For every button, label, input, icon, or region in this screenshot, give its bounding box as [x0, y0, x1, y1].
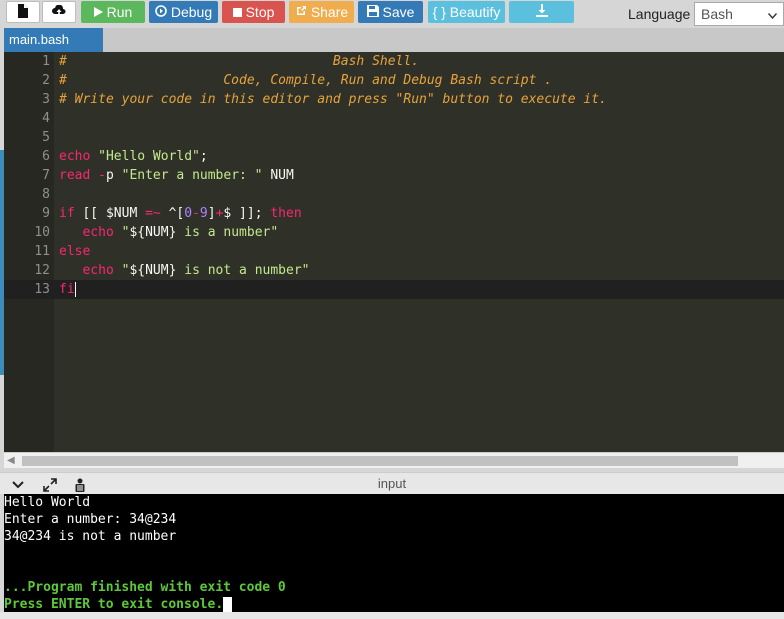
- debug-button[interactable]: Debug: [149, 1, 218, 23]
- line-number: 11: [34, 244, 50, 259]
- share-button[interactable]: Share: [289, 1, 354, 23]
- line-number: 13: [34, 282, 50, 297]
- code-text: echo "Hello World";: [59, 149, 208, 164]
- code-line: 4: [4, 109, 784, 128]
- play-icon: [93, 4, 103, 20]
- code-line: 1 # Bash Shell.: [4, 52, 784, 71]
- line-number: 9: [42, 206, 50, 221]
- code-text: else: [59, 244, 91, 259]
- debug-label: Debug: [170, 4, 213, 20]
- code-line: 11 else: [4, 242, 784, 261]
- console-toolbar: input: [0, 472, 784, 494]
- console-line: Hello World: [4, 495, 91, 510]
- top-toolbar: Run Debug Stop Share Save { } Beautify L…: [0, 0, 784, 28]
- file-tab-bar: main.bash: [4, 28, 784, 52]
- download-button[interactable]: [509, 1, 574, 23]
- code-line: 8: [4, 185, 784, 204]
- share-label: Share: [310, 4, 349, 20]
- line-number: 3: [42, 92, 50, 107]
- language-label: Language: [628, 6, 691, 22]
- console-cursor: [223, 597, 233, 612]
- code-line: 12 echo "${NUM} is not a number": [4, 261, 784, 280]
- save-button[interactable]: Save: [358, 1, 423, 23]
- line-number: 4: [42, 111, 50, 126]
- bottom-strip: [0, 612, 784, 619]
- text-caret: [74, 282, 76, 297]
- chevron-down-icon: [767, 6, 778, 22]
- console-title: input: [377, 476, 407, 491]
- scrollbar-thumb[interactable]: [22, 456, 738, 466]
- console-exit-prompt: Press ENTER to exit console.: [4, 597, 224, 612]
- code-text: # Bash Shell.: [59, 54, 420, 69]
- tab-main-bash[interactable]: main.bash: [4, 28, 103, 52]
- line-number: 10: [34, 225, 50, 240]
- scroll-left-icon[interactable]: ◀: [7, 455, 15, 466]
- code-editor[interactable]: 1 # Bash Shell. 2 # Code, Compile, Run a…: [4, 52, 784, 452]
- code-text: fi: [59, 282, 76, 297]
- editor-horizontal-scrollbar[interactable]: ◀: [4, 452, 784, 468]
- code-text: # Write your code in this editor and pre…: [59, 92, 607, 107]
- share-icon: [295, 4, 307, 20]
- language-value: Bash: [701, 6, 733, 22]
- code-line: 7 read -p "Enter a number: " NUM: [4, 166, 784, 185]
- download-icon: [535, 4, 548, 20]
- upload-button[interactable]: [42, 1, 76, 23]
- line-number: 8: [42, 187, 50, 202]
- code-text: echo "${NUM} is not a number": [82, 263, 310, 278]
- beautify-button[interactable]: { } Beautify: [428, 1, 505, 23]
- tab-strip: [103, 28, 784, 52]
- upload-icon: [52, 4, 66, 20]
- code-line-active: 13 fi: [4, 280, 784, 299]
- floppy-icon: [366, 4, 379, 20]
- line-number: 5: [42, 130, 50, 145]
- debug-icon: [155, 4, 167, 20]
- code-text: echo "${NUM} is a number": [82, 225, 279, 240]
- console-line: Enter a number: 34@234: [4, 512, 177, 527]
- code-line: 9 if [[ $NUM =~ ^[0-9]+$ ]]; then: [4, 204, 784, 223]
- code-line: 3 # Write your code in this editor and p…: [4, 90, 784, 109]
- code-line: 2 # Code, Compile, Run and Debug Bash sc…: [4, 71, 784, 90]
- beautify-label: { } Beautify: [432, 4, 501, 20]
- new-file-button[interactable]: [6, 1, 40, 23]
- save-label: Save: [382, 4, 415, 20]
- code-line: 6 echo "Hello World";: [4, 147, 784, 166]
- console-output[interactable]: Hello World Enter a number: 34@234 34@23…: [4, 494, 784, 612]
- code-line: 5: [4, 128, 784, 147]
- code-text: # Code, Compile, Run and Debug Bash scri…: [59, 73, 553, 88]
- stop-label: Stop: [245, 4, 275, 20]
- run-button[interactable]: Run: [81, 1, 145, 23]
- line-number: 1: [42, 54, 50, 69]
- file-icon: [17, 3, 29, 21]
- code-text: read -p "Enter a number: " NUM: [59, 168, 294, 183]
- console-exit-status: ...Program finished with exit code 0: [4, 580, 286, 595]
- console-prompt-line: Press ENTER to exit console.: [4, 596, 784, 613]
- line-number: 12: [34, 263, 50, 278]
- code-text: if [[ $NUM =~ ^[0-9]+$ ]]; then: [59, 206, 302, 221]
- line-number: 7: [42, 168, 50, 183]
- console-line: 34@234 is not a number: [4, 529, 177, 544]
- stop-button[interactable]: Stop: [222, 1, 285, 23]
- line-number: 6: [42, 149, 50, 164]
- stop-icon: [232, 4, 242, 20]
- language-select[interactable]: Bash: [694, 2, 784, 26]
- code-line: 10 echo "${NUM} is a number": [4, 223, 784, 242]
- run-label: Run: [106, 4, 133, 20]
- line-number: 2: [42, 73, 50, 88]
